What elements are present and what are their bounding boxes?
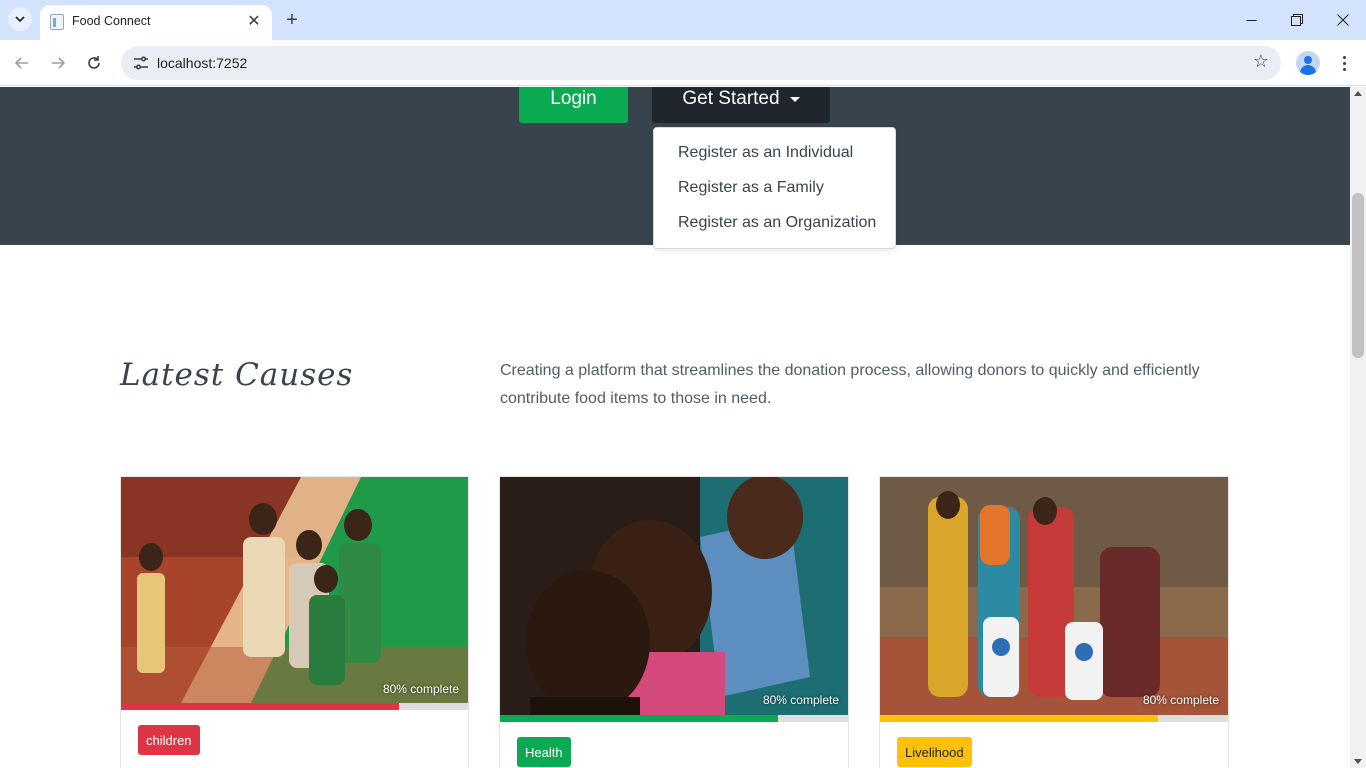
progress-label: 80% complete bbox=[382, 682, 459, 696]
cause-image bbox=[121, 477, 468, 703]
register-individual-item[interactable]: Register as an Individual bbox=[678, 144, 853, 162]
tab-title: Food Connect bbox=[72, 14, 151, 28]
back-arrow-icon[interactable] bbox=[8, 49, 36, 77]
more-vert-icon[interactable] bbox=[1334, 51, 1354, 75]
cause-image bbox=[880, 477, 1228, 715]
window-close-icon[interactable] bbox=[1320, 0, 1366, 40]
progress-bar bbox=[500, 715, 848, 722]
progress-label: 80% complete bbox=[1142, 693, 1219, 707]
register-family-item[interactable]: Register as a Family bbox=[678, 179, 824, 197]
cause-tag[interactable]: Health bbox=[517, 737, 571, 767]
scroll-up-icon[interactable] bbox=[1354, 91, 1362, 96]
progress-fill bbox=[500, 715, 779, 722]
register-organization-item[interactable]: Register as an Organization bbox=[678, 214, 876, 232]
tab-search-icon[interactable] bbox=[8, 7, 32, 31]
close-icon[interactable]: ✕ bbox=[244, 11, 264, 31]
minimize-icon[interactable] bbox=[1228, 0, 1274, 40]
forward-arrow-icon[interactable] bbox=[44, 49, 72, 77]
reload-icon[interactable] bbox=[80, 49, 108, 77]
progress-fill bbox=[121, 703, 399, 710]
address-bar[interactable]: localhost:7252 ☆ bbox=[121, 46, 1281, 80]
url-text[interactable]: localhost:7252 bbox=[157, 55, 247, 71]
restore-icon[interactable] bbox=[1274, 0, 1320, 40]
site-settings-icon[interactable] bbox=[129, 51, 153, 75]
scroll-down-icon[interactable] bbox=[1354, 759, 1362, 764]
progress-bar bbox=[880, 715, 1228, 722]
cause-image bbox=[500, 477, 848, 715]
browser-toolbar: localhost:7252 ☆ bbox=[0, 40, 1366, 86]
cause-card[interactable]: 80% complete children bbox=[120, 476, 469, 768]
scroll-thumb[interactable] bbox=[1352, 193, 1364, 358]
star-icon[interactable]: ☆ bbox=[1253, 51, 1269, 72]
progress-label: 80% complete bbox=[762, 693, 839, 707]
plus-icon[interactable]: + bbox=[280, 8, 304, 32]
login-button[interactable]: Login bbox=[519, 87, 628, 123]
profile-icon[interactable] bbox=[1296, 51, 1320, 75]
get-started-dropdown: Register as an Individual Register as a … bbox=[653, 127, 896, 249]
progress-fill bbox=[880, 715, 1159, 722]
cause-tag[interactable]: children bbox=[138, 725, 200, 755]
cause-tag[interactable]: Livelihood bbox=[897, 737, 972, 767]
cause-card[interactable]: 80% complete Livelihood bbox=[879, 476, 1229, 768]
get-started-label: Get Started bbox=[682, 88, 780, 109]
page-viewport: Login Get Started Register as an Individ… bbox=[0, 87, 1350, 768]
section-title: Latest Causes bbox=[120, 357, 354, 393]
section-description: Creating a platform that streamlines the… bbox=[500, 362, 1200, 407]
page-scrollbar[interactable] bbox=[1350, 87, 1366, 768]
cause-card[interactable]: 80% complete Health bbox=[499, 476, 849, 768]
caret-down-icon bbox=[789, 96, 800, 102]
browser-tab[interactable]: Food Connect ✕ bbox=[40, 5, 272, 40]
browser-tab-strip: Food Connect ✕ + bbox=[0, 0, 1366, 40]
get-started-button[interactable]: Get Started bbox=[652, 87, 830, 123]
page-icon bbox=[50, 14, 64, 30]
progress-bar bbox=[121, 703, 468, 710]
